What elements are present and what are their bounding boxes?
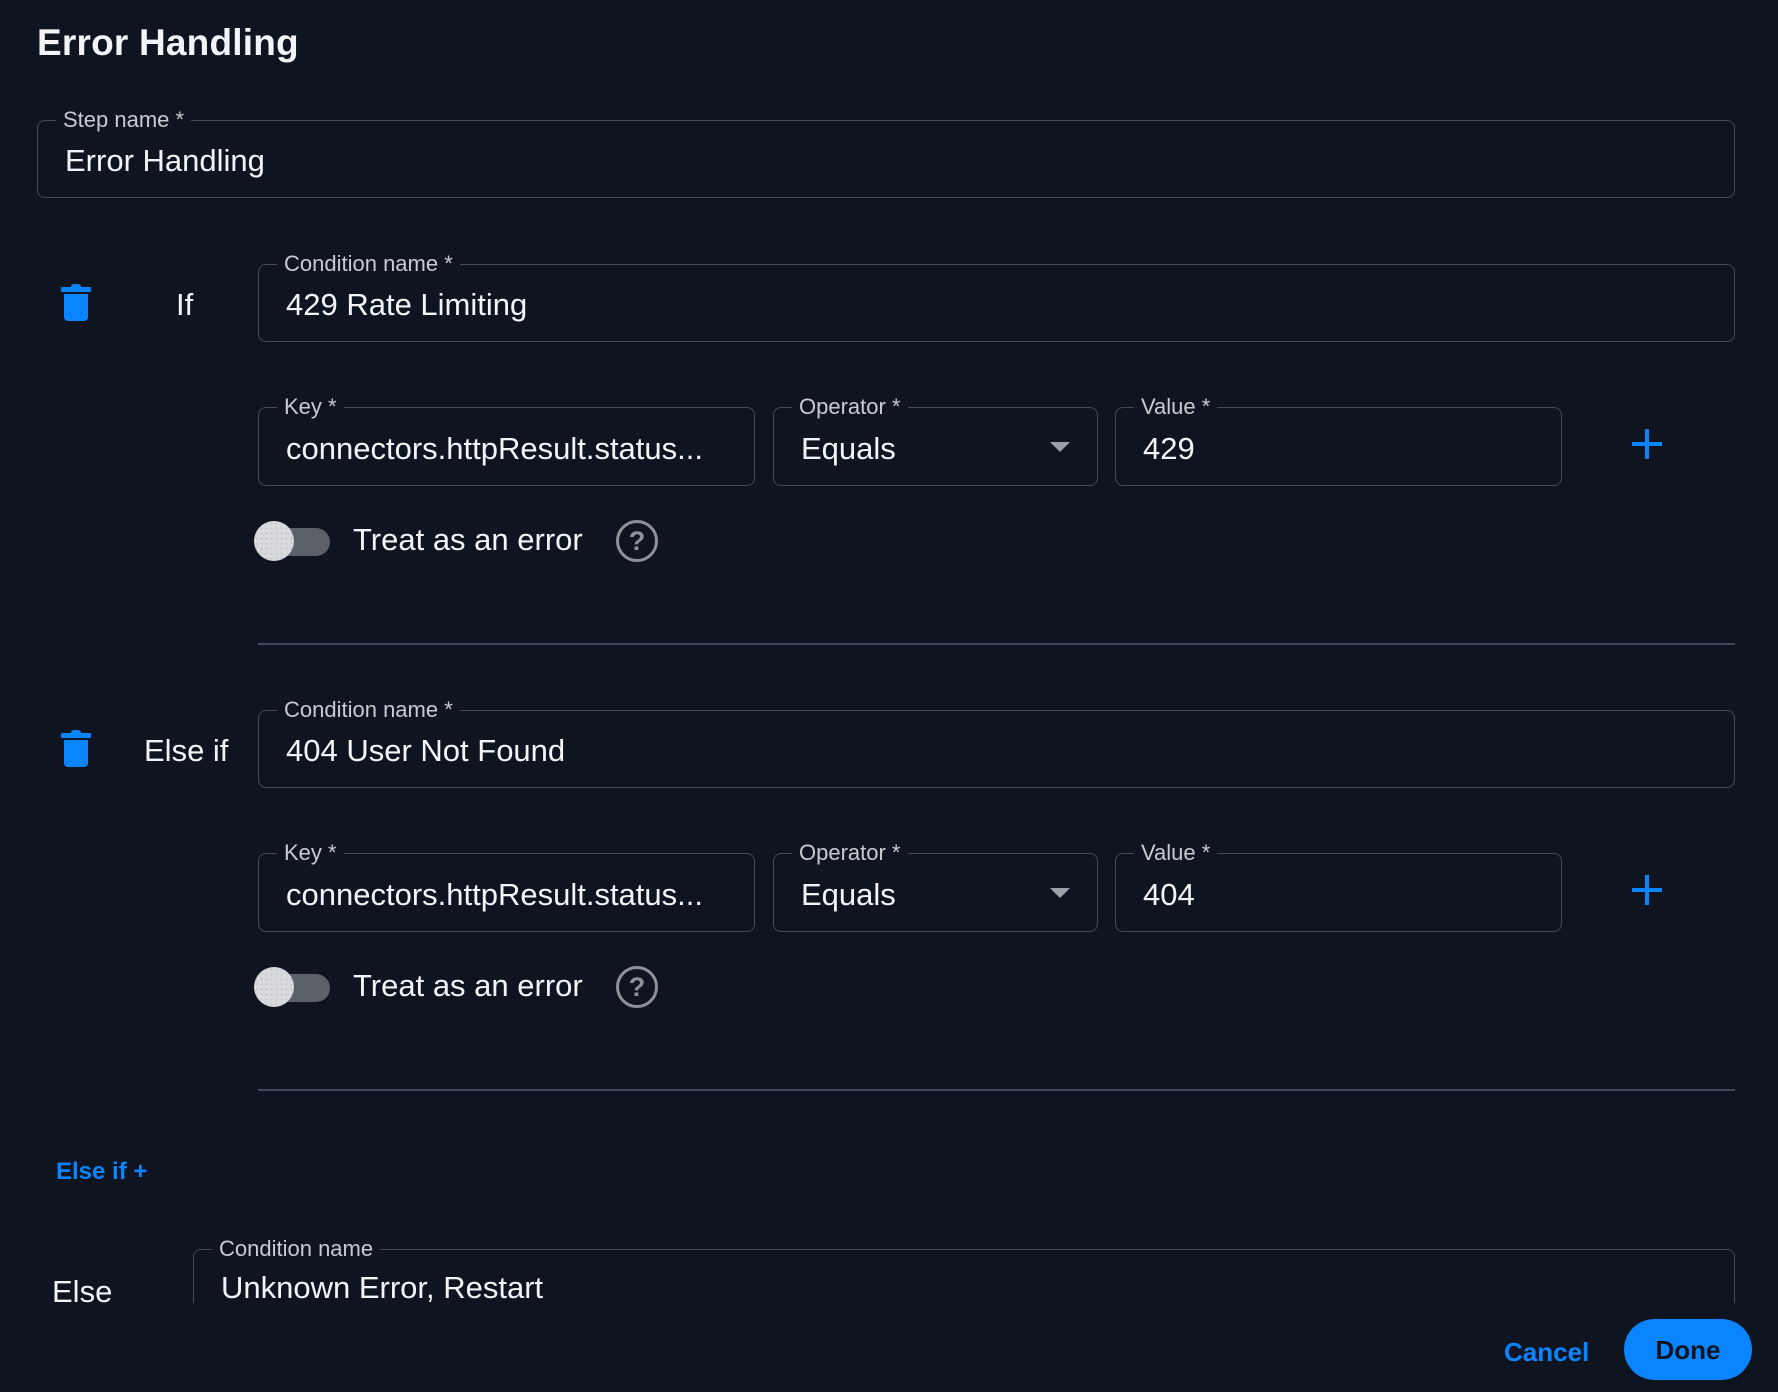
else-condition-name-value[interactable]: Unknown Error, Restart (221, 1270, 543, 1306)
key-field[interactable]: Key * connectors.httpResult.status... (258, 840, 755, 932)
key-value[interactable]: connectors.httpResult.status... (286, 431, 703, 467)
value-field[interactable]: Value * 404 (1115, 840, 1562, 932)
key-label: Key * (277, 840, 344, 866)
else-condition-name-field[interactable]: Condition name Unknown Error, Restart (193, 1236, 1735, 1306)
add-rule-button[interactable] (1632, 429, 1662, 459)
delete-condition-button[interactable] (61, 730, 91, 768)
dropdown-arrow-icon (1050, 887, 1070, 898)
step-name-value[interactable]: Error Handling (65, 143, 265, 179)
condition-divider (258, 1089, 1735, 1091)
else-condition-name-label: Condition name (212, 1236, 381, 1262)
operator-select[interactable]: Operator * Equals (773, 840, 1098, 932)
condition-divider (258, 643, 1735, 645)
dialog-title: Error Handling (37, 22, 299, 63)
step-name-label: Step name * (56, 107, 192, 133)
else-keyword: Else (52, 1274, 113, 1309)
toggle-knob (254, 521, 294, 561)
value-label: Value * (1134, 394, 1218, 420)
dropdown-arrow-icon (1050, 441, 1070, 452)
value-field[interactable]: Value * 429 (1115, 394, 1562, 486)
condition-keyword: Else if (144, 733, 229, 768)
step-name-field[interactable]: Step name * Error Handling (37, 107, 1735, 198)
help-icon[interactable]: ? (616, 520, 658, 562)
delete-condition-button[interactable] (61, 284, 91, 322)
treat-as-error-toggle[interactable] (254, 967, 330, 1009)
toggle-knob (254, 967, 294, 1007)
operator-label: Operator * (792, 394, 908, 420)
condition-name-label: Condition name * (277, 251, 460, 277)
value-value[interactable]: 404 (1143, 877, 1195, 913)
treat-as-error-label: Treat as an error (353, 968, 583, 1003)
condition-name-label: Condition name * (277, 697, 460, 723)
condition-keyword: If (176, 287, 194, 322)
operator-value: Equals (801, 876, 896, 912)
condition-name-value[interactable]: 404 User Not Found (286, 733, 565, 769)
key-value[interactable]: connectors.httpResult.status... (286, 877, 703, 913)
condition-name-field[interactable]: Condition name * 404 User Not Found (258, 697, 1735, 788)
cancel-button[interactable]: Cancel (1504, 1337, 1589, 1368)
key-field[interactable]: Key * connectors.httpResult.status... (258, 394, 755, 486)
add-else-if-button[interactable]: Else if + (56, 1158, 147, 1186)
add-rule-button[interactable] (1632, 875, 1662, 905)
value-value[interactable]: 429 (1143, 431, 1195, 467)
operator-label: Operator * (792, 840, 908, 866)
operator-select[interactable]: Operator * Equals (773, 394, 1098, 486)
done-button[interactable]: Done (1624, 1319, 1752, 1380)
operator-value: Equals (801, 430, 896, 466)
treat-as-error-toggle[interactable] (254, 521, 330, 563)
condition-name-field[interactable]: Condition name * 429 Rate Limiting (258, 251, 1735, 342)
treat-as-error-label: Treat as an error (353, 522, 583, 557)
key-label: Key * (277, 394, 344, 420)
value-label: Value * (1134, 840, 1218, 866)
condition-name-value[interactable]: 429 Rate Limiting (286, 287, 527, 323)
help-icon[interactable]: ? (616, 966, 658, 1008)
